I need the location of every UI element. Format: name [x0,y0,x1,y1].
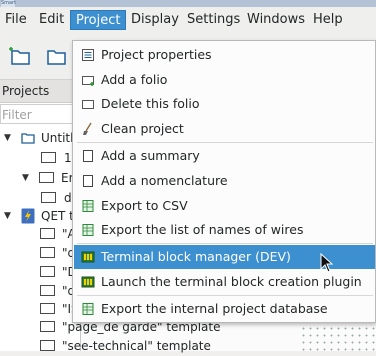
menu-item-add-nomenclature[interactable]: Add a nomenclature [74,169,375,193]
menu-item-clean-project[interactable]: Clean project [74,117,375,141]
tree-row-untitled[interactable]: ▼ Untitl [0,128,80,148]
spreadsheet-icon [82,200,94,212]
lightning-icon [21,208,35,224]
collapse-arrow-icon[interactable]: ▼ [4,206,11,226]
page-icon [40,228,55,239]
menu-file[interactable]: File [0,10,32,30]
menu-item-project-properties[interactable]: Project properties [74,43,375,67]
page-icon [40,321,55,332]
tree-row-qet-templates[interactable]: ▼ QET t [0,206,80,226]
menu-project[interactable]: Project [70,10,127,30]
spreadsheet-icon [82,224,94,236]
folder-icon [47,50,66,65]
menu-item-add-summary[interactable]: Add a summary [74,144,375,168]
menu-edit[interactable]: Edit [34,10,69,30]
menu-settings[interactable]: Settings [182,10,245,30]
menu-item-add-folio[interactable]: Add a folio [74,68,375,92]
broom-icon [83,122,92,135]
tree-row-folio[interactable]: 1. [0,148,80,168]
add-folio-icon [82,76,94,86]
app-title-fragment: Smart [1,0,17,7]
menu-item-delete-folio[interactable]: Delete this folio [74,92,375,116]
menu-help[interactable]: Help [308,10,348,30]
menu-separator [77,295,373,296]
filter-input[interactable]: Filter [0,104,78,124]
menu-item-export-csv[interactable]: Export to CSV [74,194,375,218]
page-icon [40,247,55,258]
spreadsheet-icon [82,303,94,315]
delete-folio-icon [82,100,94,109]
collapse-arrow-icon[interactable]: ▼ [22,168,29,188]
menu-windows[interactable]: Windows [242,10,310,30]
open-project-button[interactable] [44,44,70,70]
page-icon [40,340,55,351]
menu-item-terminal-block-plugin[interactable]: Launch the terminal block creation plugi… [74,270,375,294]
page-icon [39,172,54,183]
page-icon [40,303,55,314]
new-folder-icon [9,47,30,65]
summary-icon [83,150,93,162]
terminal-block-icon [81,276,95,288]
tree-row-er[interactable]: ▼ Er [0,168,80,188]
tree-row-d[interactable]: d [0,188,80,208]
nomenclature-icon [83,175,93,187]
menu-item-export-wire-names[interactable]: Export the list of names of wires [74,218,375,242]
page-icon [41,152,56,163]
page-icon [41,192,56,203]
folder-icon [21,133,35,144]
page-icon [40,285,55,296]
menubar: File Edit Project Display Settings Windo… [0,7,376,33]
window-titlebar: Smart [0,0,376,7]
mouse-cursor-icon [320,253,334,273]
project-menu: Project properties Add a folio Delete th… [72,40,376,323]
menu-item-export-internal-db[interactable]: Export the internal project database [74,297,375,321]
collapse-arrow-icon[interactable]: ▼ [4,128,11,148]
page-icon [40,266,55,277]
menu-display[interactable]: Display [126,10,184,30]
menu-separator [77,243,373,244]
new-project-button[interactable] [8,44,34,70]
terminal-block-icon [81,251,95,263]
menu-separator [77,142,373,143]
properties-icon [82,49,94,61]
dock-title: Projects [0,80,82,103]
